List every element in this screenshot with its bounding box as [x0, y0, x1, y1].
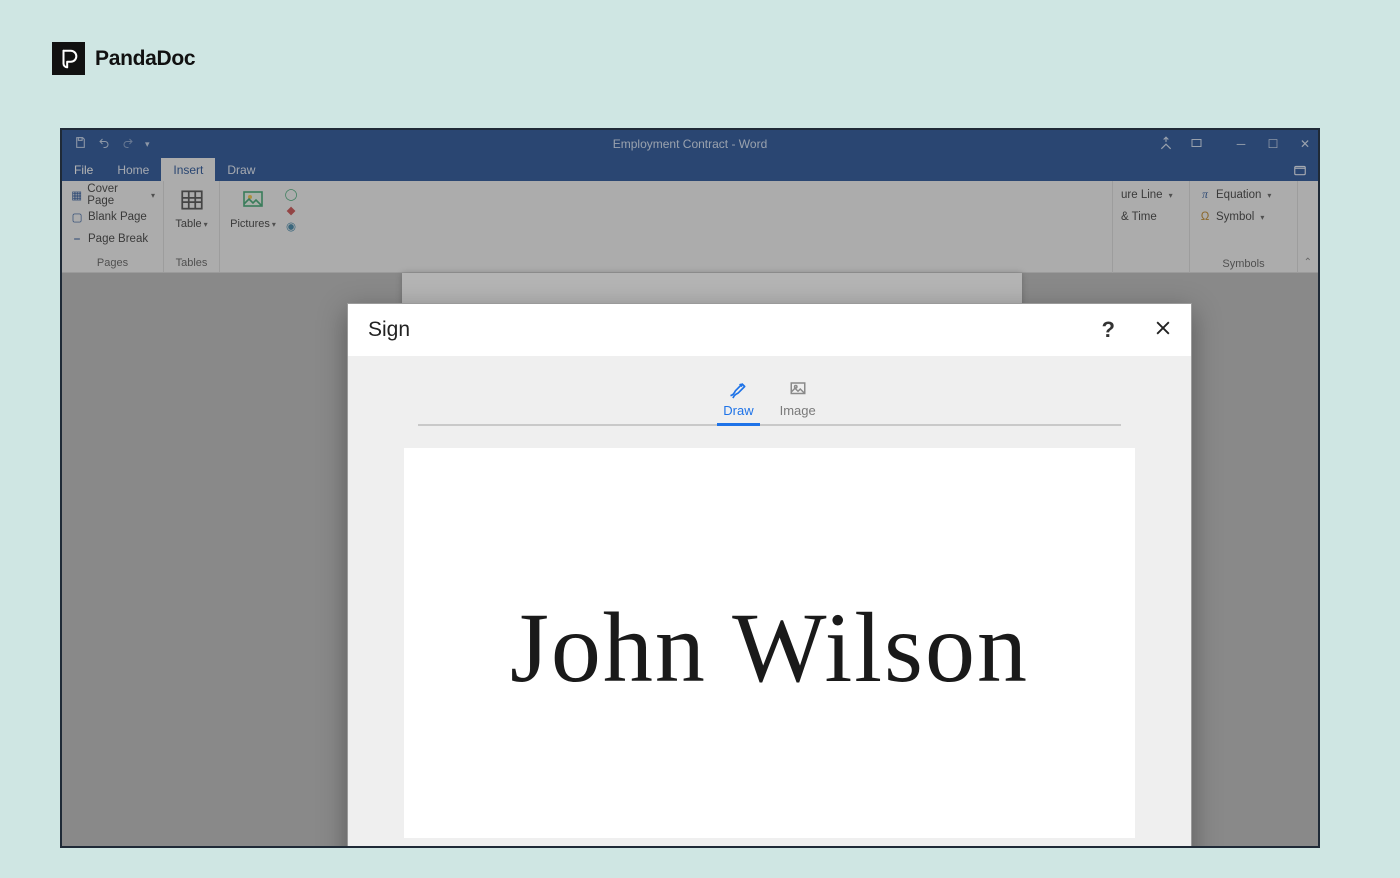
- save-icon[interactable]: [74, 136, 87, 152]
- page-break-icon: ⎯: [70, 232, 84, 246]
- qat-more-icon[interactable]: ▾: [145, 139, 150, 150]
- signature-canvas[interactable]: John Wilson: [404, 448, 1135, 838]
- touch-mode-icon[interactable]: [1159, 136, 1173, 153]
- image-icon: [786, 379, 810, 399]
- pen-icon: [726, 379, 750, 399]
- signature-mode-tabs: Draw Image: [418, 370, 1121, 426]
- ribbon-group-pages: ▦ Cover Page▾ ▢ Blank Page ⎯ Page Break …: [62, 181, 164, 272]
- tab-image-label: Image: [780, 403, 816, 418]
- pictures-button[interactable]: Pictures▾: [228, 185, 278, 230]
- dialog-title: Sign: [368, 318, 410, 342]
- ribbon-group-illustrations: Pictures▾ ◯ ◆ ◉: [220, 181, 306, 272]
- tab-draw[interactable]: Draw: [723, 379, 753, 424]
- cover-page-button[interactable]: ▦ Cover Page▾: [70, 185, 155, 205]
- pandadoc-logo-icon: [52, 42, 85, 75]
- word-window: ▾ Employment Contract - Word ─ ☐ ✕ File …: [60, 128, 1320, 848]
- smartart-icon[interactable]: ◆: [284, 203, 298, 217]
- ribbon-group-label: Tables: [172, 257, 211, 272]
- tab-draw[interactable]: Draw: [215, 158, 267, 181]
- ribbon-group-label: Pages: [70, 257, 155, 272]
- help-button[interactable]: ?: [1102, 319, 1115, 341]
- word-titlebar: ▾ Employment Contract - Word ─ ☐ ✕: [62, 130, 1318, 158]
- pandadoc-logo: PandaDoc: [52, 42, 195, 75]
- word-ribbon: ▦ Cover Page▾ ▢ Blank Page ⎯ Page Break …: [62, 181, 1318, 273]
- table-button[interactable]: Table▾: [172, 185, 211, 230]
- model3d-icon[interactable]: ◉: [284, 219, 298, 233]
- tab-file[interactable]: File: [62, 158, 105, 181]
- ribbon-display-icon[interactable]: [1189, 137, 1204, 152]
- equation-button[interactable]: π Equation▾: [1198, 185, 1271, 205]
- window-close-button[interactable]: ✕: [1298, 137, 1312, 151]
- signature-text: John Wilson: [510, 590, 1029, 705]
- symbol-button[interactable]: Ω Symbol▾: [1198, 207, 1271, 227]
- page-break-button[interactable]: ⎯ Page Break: [70, 229, 155, 249]
- blank-page-button[interactable]: ▢ Blank Page: [70, 207, 155, 227]
- share-icon[interactable]: [1292, 158, 1308, 181]
- equation-icon: π: [1198, 188, 1212, 202]
- pandadoc-logo-text: PandaDoc: [95, 47, 195, 71]
- close-button[interactable]: [1153, 318, 1173, 342]
- table-icon: [177, 185, 207, 215]
- undo-icon[interactable]: [97, 137, 111, 152]
- word-ribbon-tabs: File Home Insert Draw: [62, 158, 1318, 181]
- sign-dialog: Sign ? Draw Im: [347, 303, 1192, 848]
- tab-image[interactable]: Image: [780, 379, 816, 424]
- dialog-header: Sign ?: [348, 304, 1191, 356]
- collapse-ribbon-icon[interactable]: ⌃: [1304, 257, 1312, 268]
- tab-insert[interactable]: Insert: [161, 158, 215, 181]
- signature-line-button[interactable]: ure Line▾: [1121, 185, 1173, 205]
- window-title: Employment Contract - Word: [62, 137, 1318, 151]
- quick-access-toolbar: ▾: [62, 136, 150, 152]
- cover-page-icon: ▦: [70, 188, 83, 202]
- redo-icon[interactable]: [121, 137, 135, 152]
- blank-page-icon: ▢: [70, 210, 84, 224]
- tab-home[interactable]: Home: [105, 158, 161, 181]
- minimize-button[interactable]: ─: [1234, 137, 1248, 151]
- date-time-button[interactable]: & Time: [1121, 207, 1173, 227]
- ribbon-group-text-partial: ure Line▾ & Time: [1112, 181, 1190, 273]
- maximize-button[interactable]: ☐: [1266, 137, 1280, 151]
- ribbon-group-label: Symbols: [1198, 258, 1289, 273]
- ribbon-group-tables: Table▾ Tables: [164, 181, 220, 272]
- ribbon-group-symbols: π Equation▾ Ω Symbol▾ Symbols: [1190, 181, 1298, 273]
- tab-draw-label: Draw: [723, 403, 753, 418]
- pictures-icon: [238, 185, 268, 215]
- symbol-icon: Ω: [1198, 210, 1212, 224]
- shapes-icon[interactable]: ◯: [284, 187, 298, 201]
